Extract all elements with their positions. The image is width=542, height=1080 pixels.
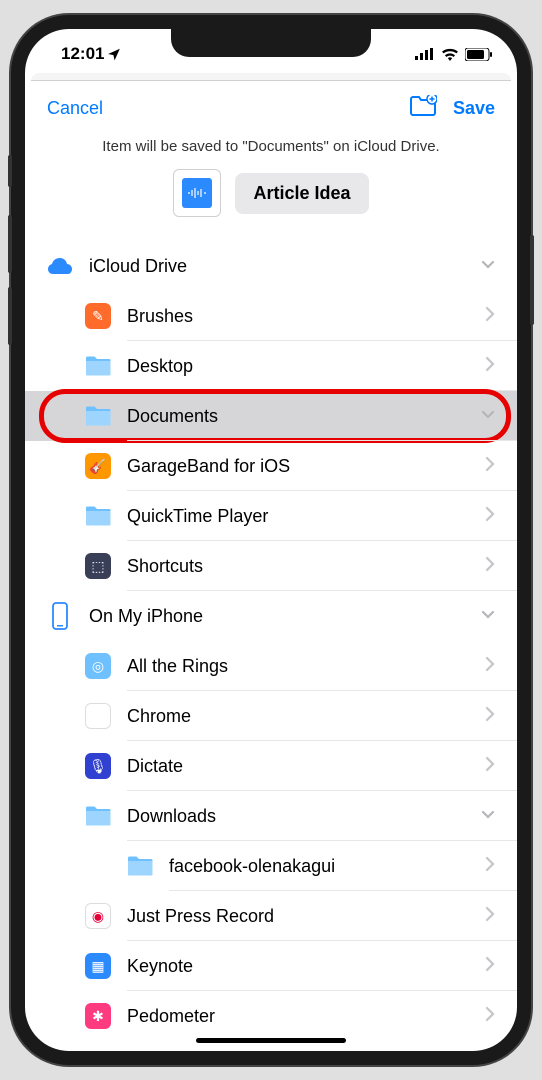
row-chrome[interactable]: ◉ Chrome xyxy=(25,691,517,741)
row-keynote[interactable]: ▦ Keynote xyxy=(25,941,517,991)
row-label: QuickTime Player xyxy=(127,506,485,527)
home-indicator[interactable] xyxy=(196,1038,346,1043)
location-list[interactable]: iCloud Drive ✎ Brushes Desktop Documents 🎸 Gar… xyxy=(25,241,517,1041)
row-quicktime[interactable]: QuickTime Player xyxy=(25,491,517,541)
folder-cube-icon xyxy=(83,351,113,381)
row-all-the-rings[interactable]: ◎ All the Rings xyxy=(25,641,517,691)
cancel-button[interactable]: Cancel xyxy=(47,98,103,119)
cloud-icon xyxy=(45,251,75,281)
row-label: Desktop xyxy=(127,356,485,377)
chevron-right-icon xyxy=(485,856,495,877)
folder-doc-icon xyxy=(83,401,113,431)
chevron-down-icon xyxy=(481,407,495,425)
row-garageband[interactable]: 🎸 GarageBand for iOS xyxy=(25,441,517,491)
screen: 12:01 Cancel Save Item will be saved to … xyxy=(25,29,517,1051)
app-chrome-icon: ◉ xyxy=(83,701,113,731)
chevron-right-icon xyxy=(485,706,495,727)
chevron-right-icon xyxy=(485,456,495,477)
row-pedometer[interactable]: ✱ Pedometer xyxy=(25,991,517,1041)
row-label: facebook-olenakagui xyxy=(169,856,485,877)
chevron-right-icon xyxy=(485,956,495,977)
item-preview: Article Idea xyxy=(25,169,517,241)
row-on-my-iphone[interactable]: On My iPhone xyxy=(25,591,517,641)
app-jpr-icon: ◉ xyxy=(83,901,113,931)
modal-header: Cancel Save xyxy=(25,81,517,132)
row-label: Documents xyxy=(127,406,481,427)
row-icloud-drive[interactable]: iCloud Drive xyxy=(25,241,517,291)
row-dictate[interactable]: 🎙 Dictate xyxy=(25,741,517,791)
row-label: GarageBand for iOS xyxy=(127,456,485,477)
row-facebook-folder[interactable]: facebook-olenakagui xyxy=(25,841,517,891)
location-icon xyxy=(107,47,121,61)
chevron-right-icon xyxy=(485,1006,495,1027)
row-label: Downloads xyxy=(127,806,481,827)
chevron-right-icon xyxy=(485,906,495,927)
status-time: 12:01 xyxy=(61,44,104,64)
chevron-right-icon xyxy=(485,306,495,327)
wifi-icon xyxy=(441,48,459,61)
folder-plain-icon xyxy=(83,501,113,531)
save-location-subtitle: Item will be saved to "Documents" on iCl… xyxy=(25,132,517,169)
volume-down-button xyxy=(8,287,12,345)
row-brushes[interactable]: ✎ Brushes xyxy=(25,291,517,341)
volume-up-button xyxy=(8,215,12,273)
app-dictate-icon: 🎙 xyxy=(83,751,113,781)
new-folder-button[interactable] xyxy=(409,95,437,122)
row-label: On My iPhone xyxy=(89,606,481,627)
notch xyxy=(171,29,371,57)
cellular-icon xyxy=(415,48,435,60)
chevron-right-icon xyxy=(485,356,495,377)
chevron-down-icon xyxy=(481,257,495,275)
iphone-icon xyxy=(45,601,75,631)
row-desktop[interactable]: Desktop xyxy=(25,341,517,391)
chevron-right-icon xyxy=(485,656,495,677)
row-label: Just Press Record xyxy=(127,906,485,927)
chevron-right-icon xyxy=(485,506,495,527)
app-pedometer-icon: ✱ xyxy=(83,1001,113,1031)
chevron-right-icon xyxy=(485,756,495,777)
row-shortcuts[interactable]: ⬚ Shortcuts xyxy=(25,541,517,591)
chevron-down-icon xyxy=(481,807,495,825)
mute-switch xyxy=(8,155,12,187)
app-rings-icon: ◎ xyxy=(83,651,113,681)
row-downloads[interactable]: Downloads xyxy=(25,791,517,841)
row-label: Keynote xyxy=(127,956,485,977)
folder-plain-icon xyxy=(125,851,155,881)
row-label: iCloud Drive xyxy=(89,256,481,277)
folder-down-icon xyxy=(83,801,113,831)
row-label: Shortcuts xyxy=(127,556,485,577)
row-just-press-record[interactable]: ◉ Just Press Record xyxy=(25,891,517,941)
item-thumbnail xyxy=(173,169,221,217)
phone-frame: 12:01 Cancel Save Item will be saved to … xyxy=(11,15,531,1065)
app-garage-icon: 🎸 xyxy=(83,451,113,481)
power-button xyxy=(530,235,534,325)
new-folder-icon xyxy=(409,95,437,117)
battery-icon xyxy=(465,48,493,61)
app-brushes-icon: ✎ xyxy=(83,301,113,331)
filename-field[interactable]: Article Idea xyxy=(235,173,368,214)
row-label: Chrome xyxy=(127,706,485,727)
app-shortcuts-icon: ⬚ xyxy=(83,551,113,581)
chevron-down-icon xyxy=(481,607,495,625)
chevron-right-icon xyxy=(485,556,495,577)
app-keynote-icon: ▦ xyxy=(83,951,113,981)
audio-icon xyxy=(182,178,212,208)
save-button[interactable]: Save xyxy=(453,98,495,119)
row-label: Brushes xyxy=(127,306,485,327)
row-documents[interactable]: Documents xyxy=(25,391,517,441)
row-label: Pedometer xyxy=(127,1006,485,1027)
row-label: All the Rings xyxy=(127,656,485,677)
row-label: Dictate xyxy=(127,756,485,777)
modal-stack-hint xyxy=(31,73,511,81)
